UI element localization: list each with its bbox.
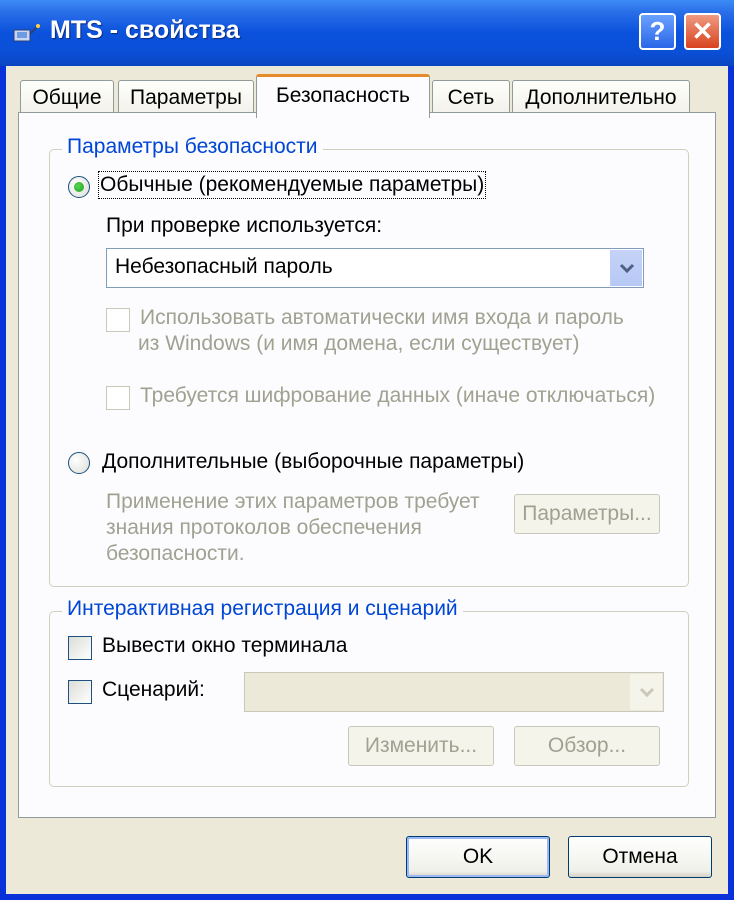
typical-radio-label[interactable]: Обычные (рекомендуемые параметры) [97,171,487,199]
window-frame-right [728,66,734,900]
radio-selected-dot [74,182,84,192]
script-file-select[interactable] [244,672,664,712]
cancel-button[interactable]: Отмена [568,836,712,878]
auto-login-checkbox[interactable] [106,308,130,332]
ok-button[interactable]: OK [406,836,550,878]
advanced-radio[interactable] [68,452,90,474]
interactive-logon-group: Интерактивная регистрация и сценарий Выв… [49,597,689,787]
network-connection-icon [13,24,40,42]
chevron-down-icon [619,263,635,274]
security-tab-panel: Параметры безопасности Обычные (рекоменд… [18,112,716,818]
chevron-down-icon [639,687,655,698]
dropdown-arrow-button[interactable] [610,250,642,286]
run-script-checkbox[interactable] [68,680,92,704]
tab-security[interactable]: Безопасность [256,74,430,118]
show-terminal-checkbox[interactable] [68,636,92,660]
tab-networking[interactable]: Сеть [432,80,510,114]
auto-login-label-line2: из Windows (и имя домена, если существуе… [138,332,580,355]
window-frame-bottom [0,894,734,900]
dropdown-arrow-button[interactable] [630,674,662,710]
tab-options[interactable]: Параметры [118,80,254,114]
run-script-label[interactable]: Сценарий: [102,678,205,702]
interactive-logon-group-title: Интерактивная регистрация и сценарий [62,597,463,621]
window-title: MTS - свойства [50,16,240,44]
edit-script-button[interactable]: Изменить... [348,726,494,766]
encryption-checkbox[interactable] [106,386,130,410]
security-options-group: Параметры безопасности Обычные (рекоменд… [49,135,689,587]
validate-label: При проверке используется: [106,214,383,237]
dialog-client-area: Общие Параметры Безопасность Сеть Дополн… [6,66,728,894]
close-button[interactable]: ✕ [684,13,721,50]
security-settings-button[interactable]: Параметры... [514,494,660,534]
title-bar[interactable]: MTS - свойства ? ✕ [0,0,734,66]
dialog-window: MTS - свойства ? ✕ Общие Параметры Безоп… [0,0,734,900]
tab-advanced[interactable]: Дополнительно [512,80,690,114]
tab-general[interactable]: Общие [20,80,114,114]
typical-radio[interactable] [68,176,90,198]
advanced-desc-line1: Применение этих параметров требует [106,490,480,513]
validate-identity-select[interactable]: Небезопасный пароль [106,248,644,288]
advanced-desc-line2: знания протоколов обеспечения [106,516,422,539]
show-terminal-label[interactable]: Вывести окно терминала [102,634,347,658]
advanced-radio-label[interactable]: Дополнительные (выборочные параметры) [102,450,524,474]
encryption-label: Требуется шифрование данных (иначе отклю… [140,384,656,407]
security-options-group-title: Параметры безопасности [62,135,323,159]
help-button[interactable]: ? [639,13,676,50]
auto-login-label-line1: Использовать автоматически имя входа и п… [140,306,624,329]
advanced-desc-line3: безопасности. [106,542,245,565]
validate-identity-value: Небезопасный пароль [115,255,333,278]
browse-script-button[interactable]: Обзор... [514,726,660,766]
